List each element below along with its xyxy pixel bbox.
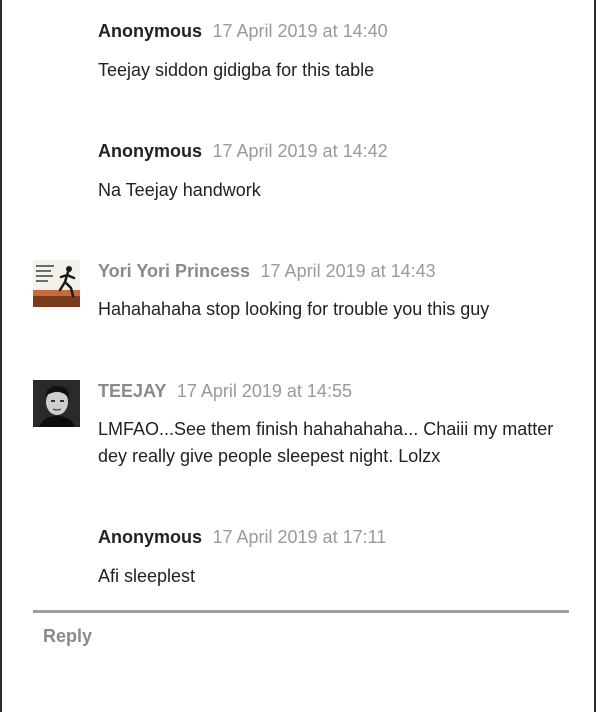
- comment-body: LMFAO...See them finish hahahahaha... Ch…: [98, 419, 554, 466]
- man-photo-avatar[interactable]: [33, 380, 80, 427]
- comment-timestamp-link[interactable]: 17 April 2019 at 14:42: [212, 141, 387, 161]
- reply-button[interactable]: Reply: [43, 626, 92, 647]
- comment-timestamp-link[interactable]: 17 April 2019 at 14:40: [212, 21, 387, 41]
- comment-timestamp-link[interactable]: 17 April 2019 at 17:11: [212, 527, 386, 547]
- comment-thread: Anonymous 17 April 2019 at 14:40 Teejay …: [0, 0, 596, 712]
- comment-body: Teejay siddon gidigba for this table: [98, 60, 375, 80]
- comment-timestamp-link[interactable]: 17 April 2019 at 14:43: [261, 261, 436, 281]
- comment-timestamp-link[interactable]: 17 April 2019 at 14:55: [177, 381, 352, 401]
- comment-body: Hahahahaha stop looking for trouble you …: [98, 299, 490, 319]
- comment-author: Anonymous: [98, 21, 203, 41]
- comment-body: Na Teejay handwork: [98, 180, 261, 200]
- comment-author: Anonymous: [98, 527, 203, 547]
- comment-author-link[interactable]: Yori Yori Princess: [98, 261, 250, 281]
- comment-header: TEEJAY 17 April 2019 at 14:55: [98, 381, 352, 402]
- runner-photo-avatar[interactable]: [33, 260, 80, 307]
- comment-author-link[interactable]: TEEJAY: [98, 381, 166, 401]
- comment-header: Anonymous 17 April 2019 at 17:11: [98, 527, 386, 548]
- comment-header: Anonymous 17 April 2019 at 14:40: [98, 21, 388, 42]
- comment-body: Afi sleeplest: [98, 566, 196, 586]
- thread-divider: [33, 610, 569, 613]
- comment-header: Anonymous 17 April 2019 at 14:42: [98, 141, 388, 162]
- comment-author: Anonymous: [98, 141, 203, 161]
- comment-header: Yori Yori Princess 17 April 2019 at 14:4…: [98, 261, 436, 282]
